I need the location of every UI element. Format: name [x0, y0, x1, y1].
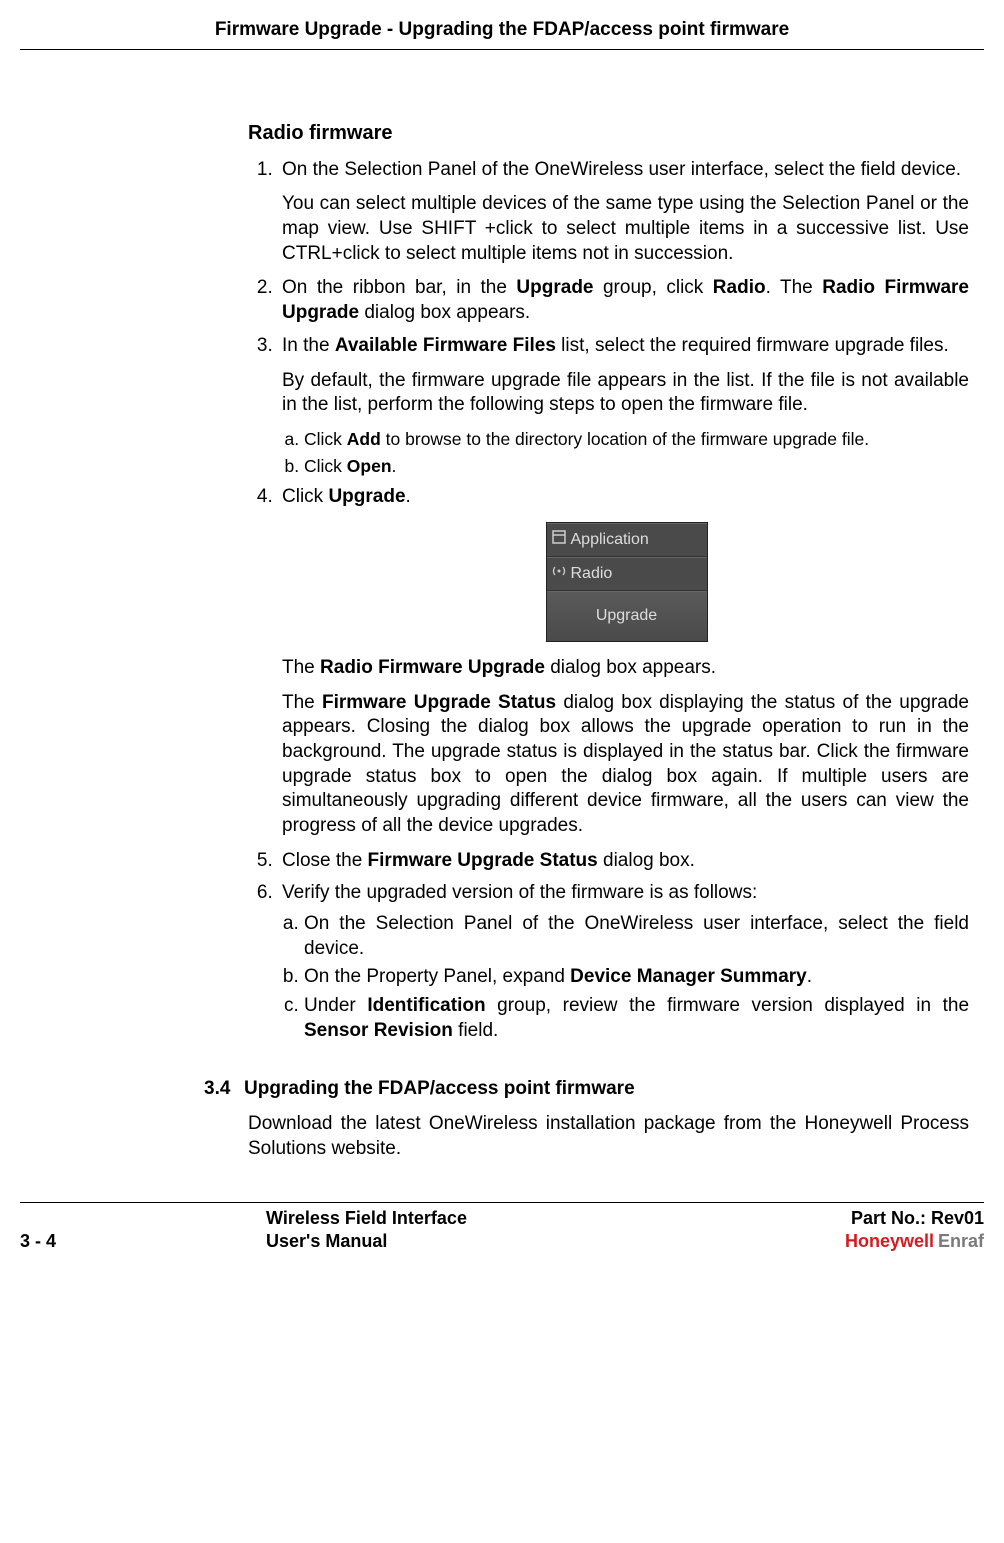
after-fig-1: The Radio Firmware Upgrade dialog box ap… [282, 656, 969, 681]
footer-mid-1: Wireless Field Interface [266, 1207, 845, 1230]
step-4-post: . [406, 486, 411, 507]
upgrade-panel: Application Radio Upgrade [546, 522, 708, 642]
after-fig-1-pre: The [282, 657, 320, 678]
step-2-b2: Radio [713, 277, 766, 298]
step-2-mid1: group, click [594, 277, 713, 298]
step-6c-b2: Sensor Revision [304, 1020, 453, 1041]
step-6b-b: Device Manager Summary [570, 966, 807, 987]
step-6c-mid: group, review the firmware version displ… [486, 995, 969, 1016]
application-icon [547, 529, 571, 552]
section-3-4-para: Download the latest OneWireless installa… [248, 1112, 969, 1161]
step-6c-pre: Under [304, 995, 367, 1016]
section-3-4-heading: 3.4Upgrading the FDAP/access point firmw… [204, 1077, 969, 1102]
footer-right: Part No.: Rev01 HoneywellEnraf [845, 1207, 984, 1254]
step-4-pre: Click [282, 486, 328, 507]
step-5: Close the Firmware Upgrade Status dialog… [278, 849, 969, 874]
step-6c-post: field. [453, 1020, 498, 1041]
running-header: Firmware Upgrade - Upgrading the FDAP/ac… [20, 0, 984, 50]
step-6a: On the Selection Panel of the OneWireles… [304, 912, 969, 961]
step-1-note: You can select multiple devices of the s… [282, 192, 969, 266]
after-fig-2: The Firmware Upgrade Status dialog box d… [282, 691, 969, 839]
upgrade-panel-figure: Application Radio Upgrade [546, 522, 706, 642]
step-6b-post: . [807, 966, 812, 987]
step-5-post: dialog box. [598, 850, 695, 871]
step-3a: Click Add to browse to the directory loc… [304, 428, 969, 451]
procedure-list: On the Selection Panel of the OneWireles… [248, 158, 969, 1044]
step-2-pre: On the ribbon bar, in the [282, 277, 516, 298]
step-3: In the Available Firmware Files list, se… [278, 334, 969, 478]
step-6c-b1: Identification [367, 995, 485, 1016]
section-3-4-num: 3.4 [204, 1077, 244, 1102]
footer-doc-title: Wireless Field Interface User's Manual [266, 1207, 845, 1254]
panel-row-radio-label: Radio [571, 564, 613, 585]
step-4: Click Upgrade. Application Radio [278, 485, 969, 838]
brand-honeywell: Honeywell [845, 1231, 934, 1251]
after-fig-1-post: dialog box appears. [545, 657, 716, 678]
brand-enraf: Enraf [938, 1231, 984, 1251]
step-1-text: On the Selection Panel of the OneWireles… [282, 159, 961, 180]
step-6: Verify the upgraded version of the firmw… [278, 881, 969, 1043]
step-3a-b: Add [347, 429, 381, 449]
step-3-sublist: Click Add to browse to the directory loc… [282, 428, 969, 478]
step-3-post: list, select the required firmware upgra… [556, 335, 949, 356]
page-footer: 3 - 4 Wireless Field Interface User's Ma… [20, 1202, 984, 1270]
after-fig-1-b: Radio Firmware Upgrade [320, 657, 545, 678]
step-3b-pre: Click [304, 456, 347, 476]
step-6b-pre: On the Property Panel, expand [304, 966, 570, 987]
step-6c: Under Identification group, review the f… [304, 994, 969, 1043]
footer-mid-2: User's Manual [266, 1230, 845, 1253]
footer-page-number: 3 - 4 [20, 1230, 56, 1253]
step-2-post: dialog box appears. [359, 302, 530, 323]
panel-row-radio[interactable]: Radio [547, 557, 707, 591]
panel-row-application-label: Application [571, 530, 649, 551]
step-6-sublist: On the Selection Panel of the OneWireles… [282, 912, 969, 1043]
page-content: Radio firmware On the Selection Panel of… [248, 120, 969, 1162]
step-6b: On the Property Panel, expand Device Man… [304, 965, 969, 990]
step-5-b: Firmware Upgrade Status [368, 850, 598, 871]
section-3-4-title: Upgrading the FDAP/access point firmware [244, 1078, 635, 1099]
after-fig-2-post: dialog box displaying the status of the … [282, 692, 969, 836]
step-3a-pre: Click [304, 429, 347, 449]
step-3b-post: . [392, 456, 397, 476]
header-title: Firmware Upgrade - Upgrading the FDAP/ac… [215, 19, 789, 40]
step-2-mid2: . The [766, 277, 823, 298]
footer-brand: HoneywellEnraf [845, 1230, 984, 1253]
step-3-b1: Available Firmware Files [335, 335, 556, 356]
footer-part-no: Part No.: Rev01 [845, 1207, 984, 1230]
subheading-radio-firmware: Radio firmware [248, 120, 969, 146]
panel-upgrade-button[interactable]: Upgrade [547, 591, 707, 641]
step-3-note: By default, the firmware upgrade file ap… [282, 369, 969, 418]
step-2: On the ribbon bar, in the Upgrade group,… [278, 276, 969, 325]
step-1: On the Selection Panel of the OneWireles… [278, 158, 969, 267]
panel-upgrade-label: Upgrade [596, 607, 657, 624]
step-6-text: Verify the upgraded version of the firmw… [282, 882, 757, 903]
step-3b: Click Open. [304, 455, 969, 478]
step-3a-post: to browse to the directory location of t… [381, 429, 869, 449]
step-2-b1: Upgrade [516, 277, 593, 298]
after-fig-2-b: Firmware Upgrade Status [322, 692, 556, 713]
radio-icon [547, 563, 571, 586]
step-3b-b: Open [347, 456, 392, 476]
after-fig-2-pre: The [282, 692, 322, 713]
step-5-pre: Close the [282, 850, 368, 871]
panel-row-application[interactable]: Application [547, 523, 707, 557]
step-3-pre: In the [282, 335, 335, 356]
step-4-b: Upgrade [328, 486, 405, 507]
